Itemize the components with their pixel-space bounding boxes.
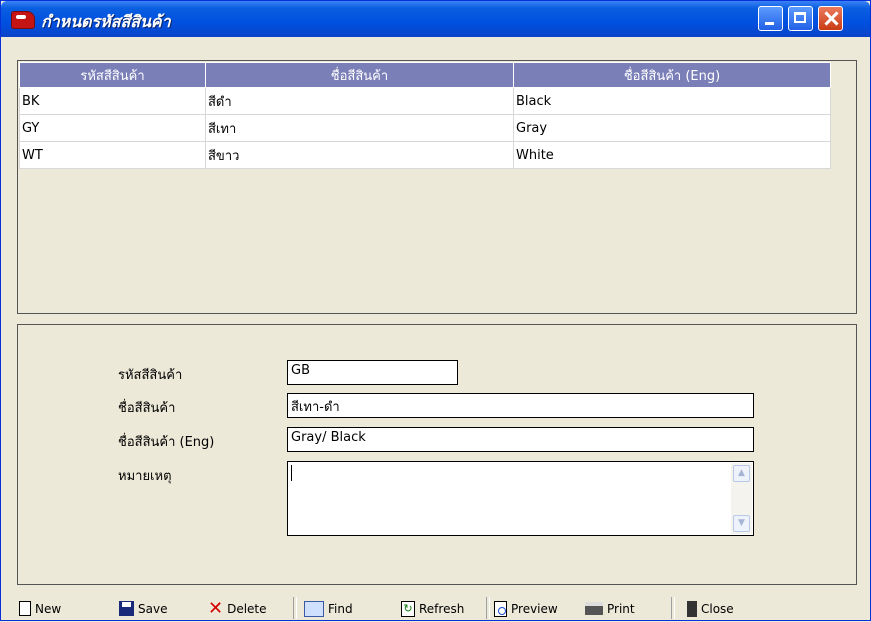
remark-textarea[interactable]: ▲ ▼	[287, 461, 754, 536]
find-icon	[304, 600, 324, 617]
close-window-button[interactable]	[818, 6, 843, 31]
column-header-name-eng[interactable]: ชื่อสีสินค้า (Eng)	[513, 62, 831, 88]
color-grid: รหัสสีสินค้า ชื่อสีสินค้า ชื่อสีสินค้า (…	[19, 62, 831, 169]
save-button[interactable]: Save	[119, 595, 167, 622]
find-button[interactable]: Find	[304, 595, 353, 622]
exit-door-icon	[687, 600, 697, 617]
toolbar-separator	[486, 597, 490, 619]
toolbar-separator	[671, 597, 675, 619]
cell-code[interactable]: GY	[19, 114, 206, 142]
name-eng-label: ชื่อสีสินค้า (Eng)	[118, 435, 215, 450]
window-title: กำหนดรหัสสีสินค้า	[41, 12, 171, 31]
scroll-down-icon[interactable]: ▼	[733, 515, 750, 532]
printer-icon	[585, 602, 603, 615]
name-input[interactable]: สีเทา-ดำ	[287, 393, 754, 418]
code-input[interactable]: GB	[287, 360, 458, 385]
table-row[interactable]: WT สีขาว White	[19, 141, 831, 169]
cell-code[interactable]: WT	[19, 141, 206, 169]
toolbar-separator	[293, 597, 297, 619]
print-button[interactable]: Print	[585, 595, 635, 622]
cell-name[interactable]: สีดำ	[205, 87, 514, 115]
delete-x-icon: ✕	[208, 597, 224, 619]
refresh-label: Refresh	[419, 601, 465, 616]
maximize-button[interactable]	[788, 6, 813, 31]
code-label: รหัสสีสินค้า	[118, 368, 183, 383]
print-preview-icon	[494, 600, 507, 617]
color-code-window: กำหนดรหัสสีสินค้า รหัสสีสินค้า ชื่อสีสิน…	[0, 0, 871, 621]
detail-form-panel: รหัสสีสินค้า GB ชื่อสีสินค้า สีเทา-ดำ ชื…	[17, 324, 857, 585]
cell-name[interactable]: สีขาว	[205, 141, 514, 169]
name-eng-input[interactable]: Gray/ Black	[287, 427, 754, 452]
table-row[interactable]: GY สีเทา Gray	[19, 114, 831, 142]
preview-label: Preview	[511, 601, 558, 616]
new-label: New	[35, 601, 62, 616]
floppy-disk-icon	[119, 601, 134, 616]
app-icon	[11, 11, 35, 29]
cell-name-eng[interactable]: Gray	[513, 114, 831, 142]
column-header-name[interactable]: ชื่อสีสินค้า	[205, 62, 514, 88]
save-label: Save	[138, 601, 168, 616]
action-toolbar: New Save ✕ Delete Find ↻ Refresh Preview…	[1, 595, 871, 622]
preview-button[interactable]: Preview	[494, 595, 558, 622]
text-caret	[291, 465, 292, 481]
grid-header-row: รหัสสีสินค้า ชื่อสีสินค้า ชื่อสีสินค้า (…	[19, 62, 831, 88]
title-bar[interactable]: กำหนดรหัสสีสินค้า	[1, 1, 870, 37]
minimize-button[interactable]	[758, 6, 783, 31]
new-button[interactable]: New	[19, 595, 61, 622]
remark-scrollbar[interactable]: ▲ ▼	[731, 463, 752, 534]
cell-name-eng[interactable]: White	[513, 141, 831, 169]
cell-name[interactable]: สีเทา	[205, 114, 514, 142]
refresh-icon: ↻	[401, 600, 415, 617]
table-row[interactable]: BK สีดำ Black	[19, 87, 831, 115]
delete-label: Delete	[227, 601, 267, 616]
print-label: Print	[607, 601, 635, 616]
close-button[interactable]: Close	[687, 595, 734, 622]
name-label: ชื่อสีสินค้า	[118, 401, 176, 416]
remark-label: หมายเหตุ	[118, 469, 172, 484]
close-label: Close	[701, 601, 734, 616]
cell-name-eng[interactable]: Black	[513, 87, 831, 115]
delete-button[interactable]: ✕ Delete	[208, 595, 267, 622]
cell-code[interactable]: BK	[19, 87, 206, 115]
scroll-up-icon[interactable]: ▲	[733, 465, 750, 482]
color-grid-panel: รหัสสีสินค้า ชื่อสีสินค้า ชื่อสีสินค้า (…	[17, 60, 857, 314]
find-label: Find	[328, 601, 353, 616]
refresh-button[interactable]: ↻ Refresh	[401, 595, 464, 622]
new-document-icon	[19, 601, 31, 616]
column-header-code[interactable]: รหัสสีสินค้า	[19, 62, 206, 88]
